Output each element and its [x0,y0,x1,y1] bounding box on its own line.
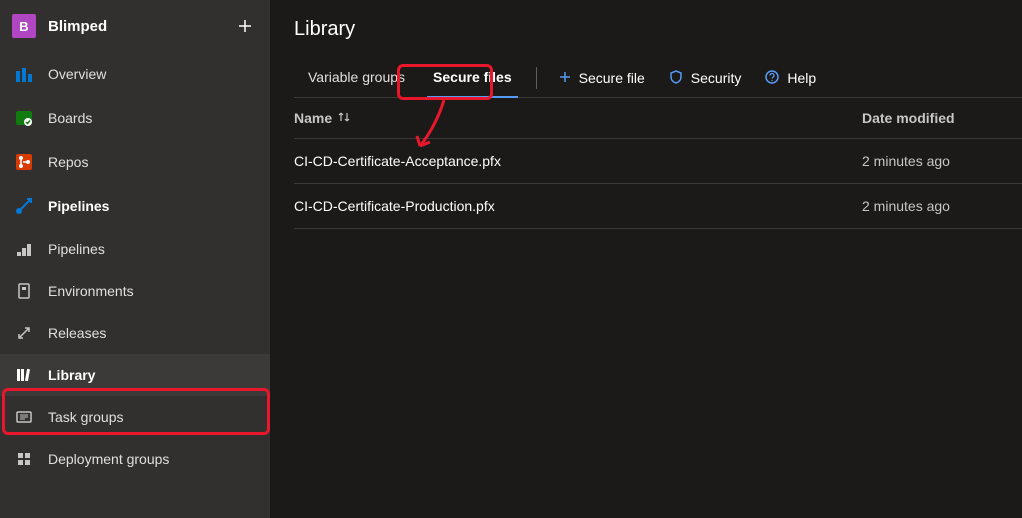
action-secure-file[interactable]: Secure file [547,62,657,94]
action-label: Secure file [579,70,645,86]
tab-variable-groups[interactable]: Variable groups [294,59,419,97]
column-header-date[interactable]: Date modified [862,110,1022,126]
pipelines-icon [14,196,34,216]
cell-name: CI-CD-Certificate-Acceptance.pfx [294,153,862,169]
action-label: Security [691,70,742,86]
cell-name: CI-CD-Certificate-Production.pfx [294,198,862,214]
repos-icon [14,152,34,172]
sidebar-sub-releases[interactable]: Releases [0,312,270,354]
sidebar-item-pipelines[interactable]: Pipelines [0,184,270,228]
sidebar-sub-library[interactable]: Library [0,354,270,396]
plus-icon [238,19,252,33]
table-header: Name Date modified [294,98,1022,139]
help-icon [765,70,779,87]
project-badge: B [12,14,36,38]
sidebar: B Blimped Overview Boards Repos Pipeline… [0,0,270,518]
sidebar-sub-task-groups[interactable]: Task groups [0,396,270,438]
shield-icon [669,70,683,87]
cell-date: 2 minutes ago [862,198,1022,214]
sidebar-sub-label: Pipelines [48,241,105,257]
library-icon [14,365,34,385]
sort-icon [338,110,350,126]
project-header: B Blimped [0,0,270,52]
action-help[interactable]: Help [753,62,828,95]
toolbar: Variable groups Secure files Secure file… [294,59,1022,98]
sidebar-sub-pipelines[interactable]: Pipelines [0,228,270,270]
action-security[interactable]: Security [657,62,754,95]
toolbar-divider [536,67,537,89]
sidebar-sub-label: Releases [48,325,106,341]
environments-icon [14,281,34,301]
task-groups-icon [14,407,34,427]
sidebar-item-label: Repos [48,154,88,170]
add-button[interactable] [236,17,254,35]
sidebar-sub-label: Task groups [48,409,123,425]
sidebar-sub-deployment-groups[interactable]: Deployment groups [0,438,270,480]
pipelines-sub-icon [14,239,34,259]
sidebar-item-repos[interactable]: Repos [0,140,270,184]
deployment-groups-icon [14,449,34,469]
tab-secure-files[interactable]: Secure files [419,59,526,97]
releases-icon [14,323,34,343]
sidebar-item-label: Overview [48,66,106,82]
column-header-name-label: Name [294,110,332,126]
overview-icon [14,64,34,84]
table-row[interactable]: CI-CD-Certificate-Acceptance.pfx 2 minut… [294,139,1022,184]
sidebar-item-label: Boards [48,110,92,126]
page-title: Library [294,18,1022,41]
sidebar-item-label: Pipelines [48,198,109,214]
boards-icon [14,108,34,128]
sidebar-sub-environments[interactable]: Environments [0,270,270,312]
sidebar-item-overview[interactable]: Overview [0,52,270,96]
plus-icon [559,70,571,86]
sidebar-sub-label: Environments [48,283,134,299]
table-row[interactable]: CI-CD-Certificate-Production.pfx 2 minut… [294,184,1022,229]
sidebar-sub-items: Pipelines Environments Releases Library … [0,228,270,480]
sidebar-sub-label: Library [48,367,95,383]
cell-date: 2 minutes ago [862,153,1022,169]
main-content: Library Variable groups Secure files Sec… [270,0,1022,518]
column-header-name[interactable]: Name [294,110,862,126]
project-name: Blimped [48,18,224,35]
sidebar-sub-label: Deployment groups [48,451,169,467]
sidebar-item-boards[interactable]: Boards [0,96,270,140]
action-label: Help [787,70,816,86]
